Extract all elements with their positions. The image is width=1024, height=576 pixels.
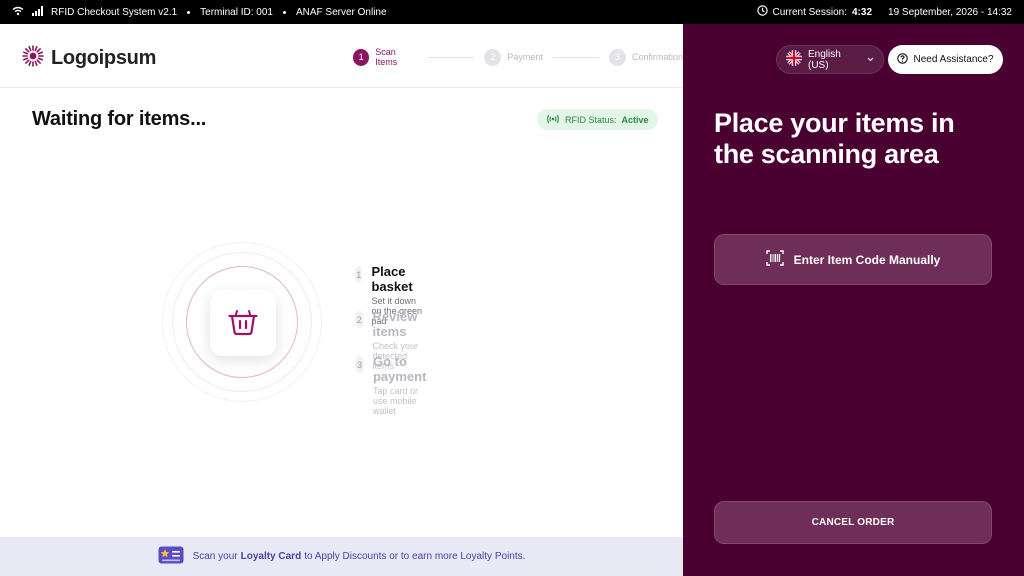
loyalty-highlight: Loyalty Card	[240, 551, 302, 562]
instruction-title: Go to payment	[372, 354, 427, 384]
app-name: RFID Checkout System v2.1	[51, 6, 178, 18]
separator-dot	[187, 10, 191, 14]
enter-code-manually-button[interactable]: Enter Item Code Manually	[714, 234, 992, 285]
instruction-go-to-payment: 3 Go to payment Tap card or use mobile w…	[355, 354, 434, 416]
help-icon	[897, 52, 909, 67]
uk-flag-icon	[786, 50, 802, 69]
step-number: 3	[608, 48, 626, 66]
step-label: Payment	[507, 52, 543, 62]
page-title: Waiting for items...	[32, 108, 207, 130]
clock-icon	[756, 5, 768, 19]
separator-dot	[282, 10, 286, 14]
need-assistance-button[interactable]: Need Assistance?	[888, 45, 1003, 74]
step-payment: 2 Payment	[484, 48, 543, 66]
session-time: 4:32	[852, 6, 873, 18]
step-number: 1	[353, 48, 370, 66]
loyalty-card-icon	[158, 546, 184, 567]
language-selector[interactable]: English (US)	[776, 45, 884, 74]
panel-headline: Place your items in the scanning area	[714, 108, 955, 169]
instruction-title: Review items	[372, 309, 418, 339]
loyalty-banner[interactable]: Scan your Loyalty Card to Apply Discounts …	[0, 537, 683, 576]
step-label: Scan Items	[375, 47, 398, 67]
instruction-subtitle: Tap card or use mobile wallet	[372, 386, 418, 416]
header: Logoipsum 1 Scan Items 2 Payment 3 Confi…	[0, 24, 683, 88]
loyalty-suffix: to Apply Discounts or to earn more Loyal…	[304, 551, 526, 562]
step-connector	[552, 56, 599, 58]
signal-icon	[32, 5, 43, 19]
side-panel: English (US) Need Assistance? Place your…	[683, 24, 1024, 576]
rfid-status-badge: RFID Status: Active	[537, 109, 658, 130]
logo-text: Logoipsum	[51, 47, 157, 69]
chevron-down-icon	[867, 54, 874, 65]
rfid-value: Active	[621, 114, 649, 125]
barcode-icon	[765, 250, 784, 269]
terminal-id: Terminal ID: 001	[200, 6, 273, 18]
wifi-icon	[12, 6, 24, 19]
step-confirmation: 3 Confirmation	[608, 48, 684, 66]
step-label: Confirmation	[631, 52, 684, 62]
datetime: 19 September, 2026 - 14:32	[888, 6, 1012, 18]
instruction-number: 2	[355, 311, 364, 328]
loyalty-text: Scan your Loyalty Card to Apply Discounts …	[193, 551, 526, 562]
rfid-signal-icon	[546, 114, 560, 126]
status-bar: RFID Checkout System v2.1 Terminal ID: 0…	[0, 0, 1024, 24]
basket-card	[210, 290, 276, 356]
session-label: Current Session:	[772, 6, 847, 18]
language-label: English (US)	[808, 48, 841, 71]
basket-icon	[225, 303, 261, 344]
instruction-number: 3	[355, 356, 364, 373]
help-label: Need Assistance?	[913, 54, 994, 65]
instruction-number: 1	[355, 266, 363, 283]
instruction-title: Place basket	[371, 264, 413, 294]
progress-stepper: 1 Scan Items 2 Payment 3 Confirmation	[353, 47, 683, 67]
step-scan-items: 1 Scan Items	[353, 47, 418, 67]
step-connector	[428, 56, 475, 58]
cancel-order-button[interactable]: CANCEL ORDER	[714, 501, 992, 544]
loyalty-prefix: Scan your	[192, 551, 238, 562]
session-timer: Current Session: 4:32	[756, 5, 873, 19]
server-status: ANAF Server Online	[295, 6, 387, 18]
rfid-label: RFID Status:	[565, 114, 617, 125]
step-number: 2	[484, 48, 502, 66]
logo: Logoipsum	[21, 44, 156, 73]
manual-entry-label: Enter Item Code Manually	[793, 252, 941, 267]
logo-icon	[21, 44, 45, 73]
main-panel: Logoipsum 1 Scan Items 2 Payment 3 Confi…	[0, 24, 683, 576]
